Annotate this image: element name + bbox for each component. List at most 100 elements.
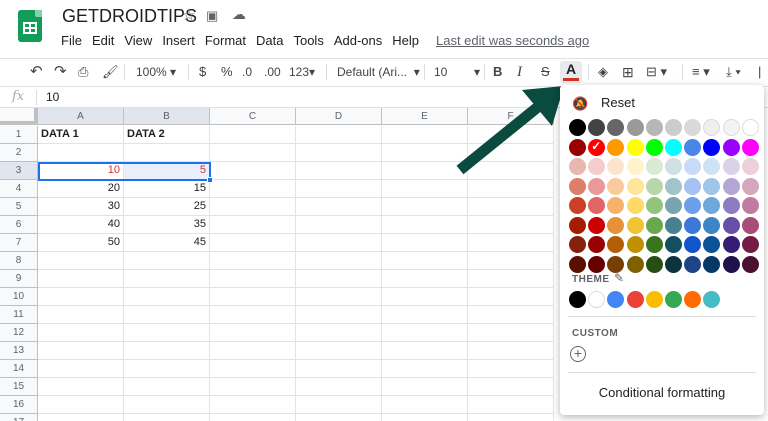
strikethrough-button[interactable]: S [541, 63, 550, 81]
color-swatch[interactable] [741, 119, 759, 136]
cell-d2[interactable] [296, 144, 382, 162]
cell-f15[interactable] [468, 378, 554, 396]
cell-d14[interactable] [296, 360, 382, 378]
bold-button[interactable]: B [493, 63, 502, 81]
cell-c17[interactable] [210, 414, 296, 421]
color-swatch[interactable] [741, 138, 759, 156]
cell-b7[interactable]: 45 [124, 234, 210, 252]
color-swatch[interactable] [626, 158, 644, 175]
cell-d16[interactable] [296, 396, 382, 414]
color-swatch[interactable] [645, 138, 663, 156]
color-swatch[interactable] [607, 177, 625, 195]
color-swatch[interactable] [741, 158, 759, 175]
color-swatch[interactable] [588, 216, 606, 234]
text-color-button[interactable]: A [560, 61, 582, 83]
color-swatch[interactable] [684, 138, 702, 156]
menu-tools[interactable]: Tools [288, 31, 328, 50]
select-all-corner[interactable] [0, 108, 38, 125]
color-swatch[interactable] [684, 197, 702, 214]
color-swatch[interactable] [626, 177, 644, 195]
cell-f8[interactable] [468, 252, 554, 270]
italic-button[interactable]: I [517, 63, 522, 81]
fill-handle[interactable] [207, 177, 213, 183]
cell-c6[interactable] [210, 216, 296, 234]
menu-addons[interactable]: Add-ons [329, 31, 387, 50]
print-icon[interactable]: ⎙ [78, 63, 88, 81]
cell-d4[interactable] [296, 180, 382, 198]
cell-e15[interactable] [382, 378, 468, 396]
menu-view[interactable]: View [119, 31, 157, 50]
color-swatch[interactable] [741, 255, 759, 273]
cell-f14[interactable] [468, 360, 554, 378]
cell-d8[interactable] [296, 252, 382, 270]
color-swatch[interactable] [703, 197, 721, 214]
color-swatch[interactable] [684, 119, 702, 136]
cell-f6[interactable] [468, 216, 554, 234]
color-swatch[interactable] [607, 255, 625, 273]
color-swatch[interactable] [665, 119, 682, 136]
cell-e13[interactable] [382, 342, 468, 360]
cell-d7[interactable] [296, 234, 382, 252]
color-swatch[interactable] [588, 197, 606, 214]
color-swatch[interactable] [626, 138, 644, 156]
menu-file[interactable]: File [56, 31, 87, 50]
cell-b14[interactable] [124, 360, 210, 378]
color-swatch[interactable] [569, 119, 586, 136]
color-swatch[interactable] [645, 177, 663, 195]
cell-e6[interactable] [382, 216, 468, 234]
currency-format-button[interactable]: $ [199, 63, 206, 81]
horizontal-align-icon[interactable]: ≡ ▾ [692, 63, 710, 81]
row-header-3[interactable]: 3 [0, 162, 38, 180]
row-header-1[interactable]: 1 [0, 126, 38, 144]
color-swatch[interactable] [703, 236, 721, 253]
cell-b9[interactable] [124, 270, 210, 288]
color-swatch[interactable] [703, 158, 721, 175]
color-swatch[interactable] [645, 255, 663, 273]
cell-c9[interactable] [210, 270, 296, 288]
more-formats-select[interactable]: 123▾ [289, 63, 315, 81]
no-color-icon[interactable]: 🔕 [572, 96, 588, 111]
cell-a5[interactable]: 30 [38, 198, 124, 216]
cell-e8[interactable] [382, 252, 468, 270]
color-swatch[interactable] [607, 138, 625, 156]
color-swatch[interactable] [569, 197, 586, 214]
row-header-8[interactable]: 8 [0, 252, 38, 270]
color-swatch[interactable] [645, 197, 663, 214]
color-swatch[interactable] [645, 216, 663, 234]
percent-format-button[interactable]: % [221, 63, 233, 81]
row-header-6[interactable]: 6 [0, 216, 38, 234]
cell-a2[interactable] [38, 144, 124, 162]
cell-f10[interactable] [468, 288, 554, 306]
row-header-13[interactable]: 13 [0, 342, 38, 360]
cell-d13[interactable] [296, 342, 382, 360]
color-swatch[interactable] [607, 158, 625, 175]
cell-a9[interactable] [38, 270, 124, 288]
cell-c4[interactable] [210, 180, 296, 198]
row-header-9[interactable]: 9 [0, 270, 38, 288]
color-swatch[interactable] [607, 236, 625, 253]
menu-help[interactable]: Help [387, 31, 424, 50]
color-swatch[interactable] [626, 119, 644, 136]
cell-d1[interactable] [296, 126, 382, 144]
document-title[interactable]: GETDROIDTIPS [62, 6, 197, 27]
theme-color-swatch[interactable] [703, 291, 721, 308]
cell-c15[interactable] [210, 378, 296, 396]
reset-button[interactable]: Reset [601, 95, 635, 110]
color-swatch[interactable] [703, 216, 721, 234]
cell-a3[interactable]: 10 [38, 162, 124, 180]
color-swatch[interactable] [741, 177, 759, 195]
color-swatch[interactable] [741, 197, 759, 214]
conditional-formatting-link[interactable]: Conditional formatting [560, 385, 764, 400]
cell-e12[interactable] [382, 324, 468, 342]
theme-color-swatch[interactable] [665, 291, 682, 308]
color-swatch[interactable] [703, 119, 721, 136]
color-swatch[interactable] [741, 236, 759, 253]
cell-d15[interactable] [296, 378, 382, 396]
color-swatch[interactable] [645, 119, 663, 136]
text-wrap-icon[interactable]: | [758, 63, 761, 81]
star-icon[interactable]: ☆ [182, 6, 195, 24]
cell-f4[interactable] [468, 180, 554, 198]
column-header-a[interactable]: A [38, 108, 124, 125]
cell-c5[interactable] [210, 198, 296, 216]
fill-color-icon[interactable]: ◈ [598, 63, 608, 81]
